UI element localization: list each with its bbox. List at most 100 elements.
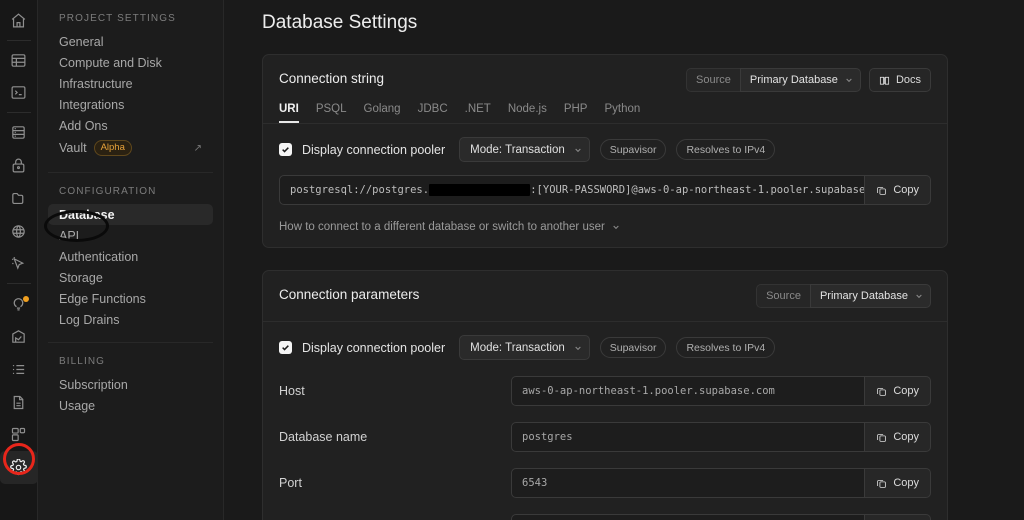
- sidebar-item-integrations[interactable]: Integrations: [48, 94, 213, 115]
- param-field: 6543 Copy: [511, 468, 931, 498]
- sidebar-item-label: Infrastructure: [59, 76, 133, 91]
- sidebar-item-add-ons[interactable]: Add Ons: [48, 115, 213, 136]
- check-icon: [282, 345, 289, 351]
- sidebar-item-vault[interactable]: Vault Alpha ↗: [48, 136, 213, 160]
- sidebar-item-label: Vault: [59, 141, 87, 155]
- user-input[interactable]: postgres.jvijzmshdvjylqbjdnlo: [511, 514, 866, 520]
- display-connection-pooler-label: Display connection pooler: [302, 142, 446, 157]
- sidebar-item-database[interactable]: Database: [48, 204, 213, 225]
- copy-port-button[interactable]: Copy: [865, 468, 931, 498]
- how-to-connect-label: How to connect to a different database o…: [279, 221, 605, 233]
- copy-connection-string-button[interactable]: Copy: [865, 175, 931, 205]
- database-name-input[interactable]: postgres: [511, 422, 866, 452]
- param-field: postgres Copy: [511, 422, 931, 452]
- source-value-text: Primary Database: [749, 74, 838, 86]
- sidebar-item-subscription[interactable]: Subscription: [48, 374, 213, 395]
- connection-parameters-pooler-row: Display connection pooler Mode: Transact…: [263, 322, 947, 360]
- sidebar-group-title-billing: BILLING: [59, 356, 106, 367]
- database-icon[interactable]: [0, 116, 38, 149]
- chevron-down-icon: [846, 78, 852, 83]
- sidebar-item-compute-and-disk[interactable]: Compute and Disk: [48, 52, 213, 73]
- sql-editor-icon[interactable]: [0, 76, 38, 109]
- how-to-connect-disclosure[interactable]: How to connect to a different database o…: [263, 205, 947, 247]
- copy-label: Copy: [893, 431, 919, 443]
- sidebar-item-edge-functions[interactable]: Edge Functions: [48, 288, 213, 309]
- sidebar-item-usage[interactable]: Usage: [48, 395, 213, 416]
- source-value[interactable]: Primary Database: [739, 68, 861, 92]
- connection-string-suffix: :[YOUR-PASSWORD]@aws-0-ap-northeast-1.po…: [530, 184, 866, 196]
- main-content: Database Settings Connection string Sour…: [224, 0, 1024, 520]
- param-row-host: Host aws-0-ap-northeast-1.pooler.supabas…: [263, 368, 947, 414]
- sidebar-item-api[interactable]: API: [48, 225, 213, 246]
- tab-python[interactable]: Python: [604, 103, 640, 123]
- sidebar-item-label: Log Drains: [59, 312, 120, 327]
- docs-button[interactable]: Docs: [868, 68, 931, 92]
- reports-icon[interactable]: [0, 320, 38, 353]
- copy-user-button[interactable]: Copy: [865, 514, 931, 520]
- sidebar-item-label: General: [59, 34, 104, 49]
- sidebar-item-storage[interactable]: Storage: [48, 267, 213, 288]
- connection-parameters-card: Connection parameters Source Primary Dat…: [262, 270, 948, 520]
- authentication-icon[interactable]: [0, 149, 38, 182]
- pooler-mode-select[interactable]: Mode: Transaction: [459, 137, 590, 162]
- sidebar-item-label: Integrations: [59, 97, 125, 112]
- rail-divider: [6, 283, 31, 285]
- sidebar-item-label: Add Ons: [59, 118, 108, 133]
- source-selector[interactable]: Source Primary Database: [756, 284, 931, 308]
- resolves-to-ipv4-badge: Resolves to IPv4: [676, 337, 776, 358]
- advisors-icon[interactable]: [0, 287, 38, 320]
- source-selector[interactable]: Source Primary Database: [686, 68, 861, 92]
- edge-functions-icon[interactable]: [0, 215, 38, 248]
- supavisor-badge: Supavisor: [599, 139, 667, 160]
- sidebar-item-label: Compute and Disk: [59, 55, 162, 70]
- settings-gear-icon[interactable]: [0, 451, 38, 485]
- tab-php[interactable]: PHP: [564, 103, 588, 123]
- port-input[interactable]: 6543: [511, 468, 866, 498]
- connection-string-input[interactable]: postgresql://postgres.████████████████:[…: [279, 175, 866, 205]
- tab-jdbc[interactable]: JDBC: [418, 103, 448, 123]
- tab-uri[interactable]: URI: [279, 103, 299, 123]
- tab-dotnet[interactable]: .NET: [465, 103, 491, 123]
- supavisor-badge: Supavisor: [599, 337, 667, 358]
- api-docs-icon[interactable]: [0, 386, 38, 419]
- settings-sidebar: PROJECT SETTINGS General Compute and Dis…: [38, 0, 224, 520]
- tab-nodejs[interactable]: Node.js: [508, 103, 547, 123]
- param-row-database-name: Database name postgres Copy: [263, 414, 947, 460]
- realtime-icon[interactable]: [0, 247, 38, 280]
- param-row-user: User postgres.jvijzmshdvjylqbjdnlo Copy: [263, 506, 947, 520]
- sidebar-group-title-project-settings: PROJECT SETTINGS: [59, 13, 176, 24]
- copy-host-button[interactable]: Copy: [865, 376, 931, 406]
- sidebar-item-general[interactable]: General: [48, 31, 213, 52]
- table-editor-icon[interactable]: [0, 44, 38, 77]
- storage-icon[interactable]: [0, 182, 38, 215]
- sidebar-item-label: Usage: [59, 398, 96, 413]
- display-connection-pooler-checkbox[interactable]: [279, 143, 292, 156]
- copy-label: Copy: [893, 184, 919, 196]
- sidebar-item-label: Storage: [59, 270, 103, 285]
- copy-database-name-button[interactable]: Copy: [865, 422, 931, 452]
- tab-golang[interactable]: Golang: [364, 103, 401, 123]
- param-label: Port: [279, 476, 302, 490]
- connection-string-row: postgresql://postgres.████████████████:[…: [263, 162, 947, 205]
- chevron-down-icon: [575, 346, 581, 350]
- logs-icon[interactable]: [0, 353, 38, 386]
- display-connection-pooler-checkbox[interactable]: [279, 341, 292, 354]
- source-value[interactable]: Primary Database: [809, 284, 931, 308]
- source-label: Source: [756, 284, 810, 308]
- sidebar-item-authentication[interactable]: Authentication: [48, 246, 213, 267]
- home-icon[interactable]: [0, 4, 38, 37]
- sidebar-item-label: API: [59, 228, 80, 243]
- host-input[interactable]: aws-0-ap-northeast-1.pooler.supabase.com: [511, 376, 866, 406]
- sidebar-item-infrastructure[interactable]: Infrastructure: [48, 73, 213, 94]
- display-connection-pooler-label: Display connection pooler: [302, 340, 446, 355]
- sidebar-item-log-drains[interactable]: Log Drains: [48, 309, 213, 330]
- tab-psql[interactable]: PSQL: [316, 103, 347, 123]
- integrations-icon[interactable]: [0, 418, 38, 451]
- pooler-mode-select[interactable]: Mode: Transaction: [459, 335, 590, 360]
- chevron-down-icon: [613, 225, 619, 230]
- resolves-to-ipv4-badge: Resolves to IPv4: [676, 139, 776, 160]
- param-label: Host: [279, 384, 305, 398]
- connection-string-redacted: ████████████████: [429, 184, 531, 196]
- pooler-mode-value: Mode: Transaction: [470, 341, 565, 354]
- check-icon: [282, 147, 289, 153]
